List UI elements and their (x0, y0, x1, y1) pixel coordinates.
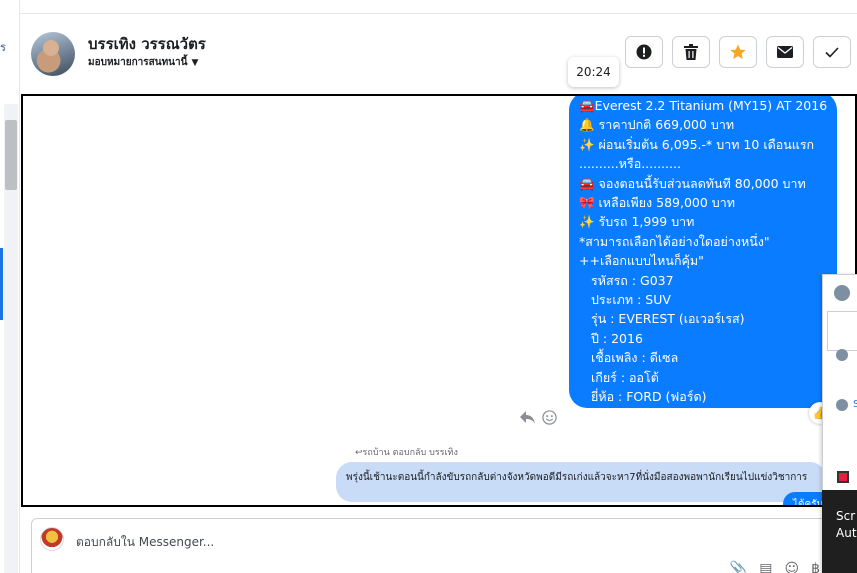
spec-line: ปี : 2016 (591, 330, 643, 346)
mark-unread-button[interactable] (766, 36, 804, 68)
messenger-inbox: ร บรรเทิง วรรณวัตร มอบหมายการสนทนานี้ ▼ (0, 0, 857, 573)
message-timestamp-tooltip: 20:24 (568, 57, 619, 87)
dark-notification-panel[interactable]: Scr Aut (822, 490, 857, 573)
message-line: 🚘Everest 2.2 Titanium (MY15) AT 2016 (579, 98, 828, 113)
mini-avatar (836, 349, 848, 361)
spec-line: รหัสรถ : G037 (591, 272, 674, 288)
emoji-react-icon[interactable] (542, 410, 557, 429)
header-actions (625, 36, 851, 68)
exclamation-circle-icon (636, 44, 652, 60)
scrollbar-thumb[interactable] (5, 120, 17, 190)
spec-line: เกียร์ : ออโต้ (591, 369, 659, 385)
caret-down-icon: ▼ (191, 57, 199, 68)
assign-conversation-dropdown[interactable]: มอบหมายการสนทนานี้ ▼ (88, 55, 198, 70)
message-line: ++เลือกแบบไหนก็คุ้ม" (579, 253, 704, 269)
outgoing-message-bubble[interactable]: 🚘Everest 2.2 Titanium (MY15) AT 2016 🔔 ร… (569, 96, 837, 408)
reply-icon (520, 411, 535, 424)
star-icon (730, 44, 746, 59)
message-line: ✨ ผ่อนเริ่มต้น 6,095.-* บาท 10 เดือนแรก (579, 136, 815, 152)
message-hover-tools (520, 410, 557, 429)
assign-label: มอบหมายการสนทนานี้ (88, 57, 188, 68)
left-panel-fragment: ร (0, 41, 6, 54)
red-app-icon[interactable] (837, 471, 849, 483)
message-composer[interactable]: ตอบกลับใน Messenger... 📎 ▤ ☺ ฿ (31, 518, 831, 573)
message-line: ✨ รับรถ 1,999 บาท (579, 214, 695, 230)
reply-input-placeholder[interactable]: ตอบกลับใน Messenger... (76, 533, 214, 552)
reply-arrow-icon[interactable] (520, 410, 536, 429)
star-button[interactable] (719, 36, 757, 68)
notification-text: Scr (836, 509, 856, 523)
attachment-icon[interactable]: 📎 (730, 561, 747, 573)
message-line: 🎀 เหลือเพียง 589,000 บาท (579, 195, 735, 211)
done-button[interactable] (813, 36, 851, 68)
smiley-icon (542, 410, 557, 425)
conversation-header: บรรเทิง วรรณวัตร มอบหมายการสนทนานี้ ▼ (21, 14, 857, 94)
contact-name[interactable]: บรรเทิง วรรณวัตร (88, 32, 206, 56)
mini-avatar (834, 285, 850, 301)
message-thread[interactable]: 🚘Everest 2.2 Titanium (MY15) AT 2016 🔔 ร… (21, 94, 857, 507)
saved-replies-icon[interactable]: ▤ (759, 561, 772, 573)
currency-icon[interactable]: ฿ (811, 561, 820, 573)
reply-context-label: ↩รถบ้าน ตอบกลับ บรรเทิง (355, 448, 458, 458)
checkmark-icon (825, 46, 839, 58)
page-avatar (40, 527, 64, 551)
mini-avatar (836, 399, 848, 411)
trash-icon (684, 44, 698, 60)
envelope-icon (777, 46, 793, 58)
contact-avatar[interactable] (31, 32, 75, 76)
message-line: ..........หรือ.......... (579, 156, 681, 172)
spec-line: เชื้อเพลิง : ดีเซล (591, 350, 679, 366)
selected-conversation-indicator (0, 248, 3, 320)
spec-line: ประเภท : SUV (591, 292, 671, 308)
spec-line: ยี่ห้อ : FORD (ฟอร์ด) (591, 389, 707, 405)
popup-input-box[interactable] (827, 311, 857, 351)
delete-button[interactable] (672, 36, 710, 68)
message-line: 🚘 จองตอนนี้รับส่วนลดทันที 80,000 บาท (579, 175, 806, 191)
popup-fragment-text: S (853, 399, 857, 410)
quoted-message-bubble[interactable]: พรุ่งนี้เช้านะตอนนี้กำลังขับรถกลับต่างจั… (336, 462, 826, 502)
message-line: 🔔 ราคาปกติ 669,000 บาท (579, 117, 735, 133)
message-line: *สามารถเลือกได้อย่างใดอย่างหนึ่ง" (579, 233, 770, 249)
spec-line: รุ่น : EVEREST (เอเวอร์เรส) (591, 311, 745, 327)
emoji-icon[interactable]: ☺ (784, 561, 799, 573)
composer-tools: 📎 ▤ ☺ ฿ (730, 561, 820, 573)
notification-text: Aut (836, 526, 857, 540)
report-button[interactable] (625, 36, 663, 68)
